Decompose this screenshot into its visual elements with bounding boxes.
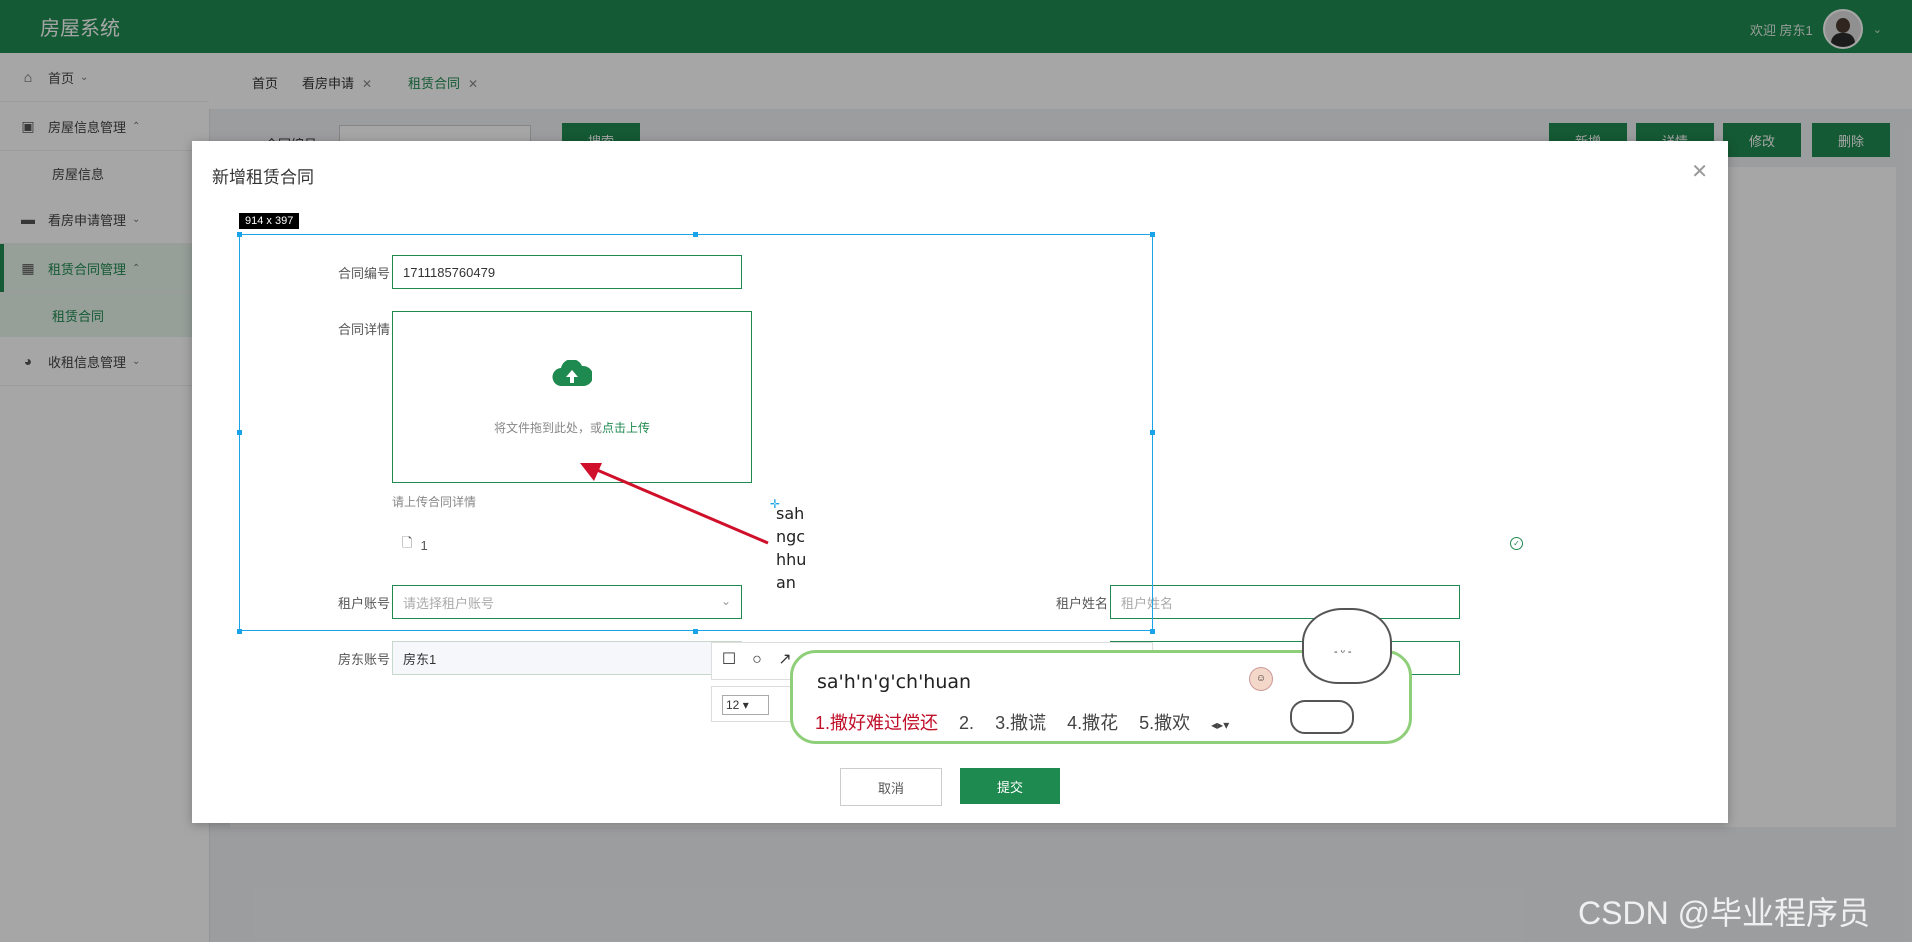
resize-handle[interactable] (237, 629, 242, 634)
ime-candidate[interactable]: 4.撒花 (1067, 713, 1118, 733)
rectangle-tool-icon[interactable]: ☐ (720, 651, 738, 669)
ime-candidate[interactable]: 5.撒欢 (1139, 713, 1190, 733)
font-size-value: 12 (726, 698, 740, 712)
ime-candidate[interactable]: 1.撒好难过偿还 (815, 713, 938, 733)
ime-candidate[interactable]: 2. (959, 713, 974, 733)
tenant-name-input[interactable]: 租户姓名 (1110, 585, 1460, 619)
submit-button[interactable]: 提交 (960, 768, 1060, 804)
landlord-account-label: 房东账号 (337, 652, 390, 667)
close-icon[interactable]: ✕ (1691, 159, 1708, 184)
mascot-small-icon (1290, 700, 1354, 734)
resize-handle[interactable] (1150, 232, 1155, 237)
selection-size-label: 914 x 397 (239, 213, 300, 229)
screenshot-selection[interactable] (239, 234, 1153, 631)
resize-handle[interactable] (237, 430, 242, 435)
ime-candidate[interactable]: 3.撒谎 (995, 713, 1046, 733)
ellipse-tool-icon[interactable]: ○ (748, 651, 766, 669)
font-size-select[interactable]: 12 ▾ (722, 695, 769, 715)
mascot-face-icon: - ᵕ - (1334, 646, 1352, 658)
resize-handle[interactable] (237, 232, 242, 237)
cancel-button[interactable]: 取消 (840, 768, 942, 806)
resize-handle[interactable] (1150, 629, 1155, 634)
annotation-text-preedit: sah ngc hhu an (776, 504, 807, 592)
resize-handle[interactable] (693, 232, 698, 237)
dialog-title: 新增租赁合同 (212, 168, 314, 187)
resize-handle[interactable] (1150, 430, 1155, 435)
landlord-account-input: 房东1 (392, 641, 742, 675)
watermark-text: CSDN @毕业程序员 (1578, 895, 1871, 931)
red-arrow-annotation (580, 463, 769, 545)
success-check-icon: ✓ (1510, 537, 1523, 550)
ime-page-arrows-icon[interactable]: ◂▸▾ (1211, 718, 1229, 732)
ime-skin-icon[interactable]: ☺ (1249, 667, 1273, 691)
resize-handle[interactable] (693, 629, 698, 634)
ime-input-text: sa'h'n'g'ch'huan (817, 671, 972, 693)
ime-candidate-list: 1.撒好难过偿还 2. 3.撒谎 4.撒花 5.撒欢 ◂▸▾ (815, 709, 1245, 735)
ime-mascot-icon: - ᵕ - (1302, 608, 1392, 684)
